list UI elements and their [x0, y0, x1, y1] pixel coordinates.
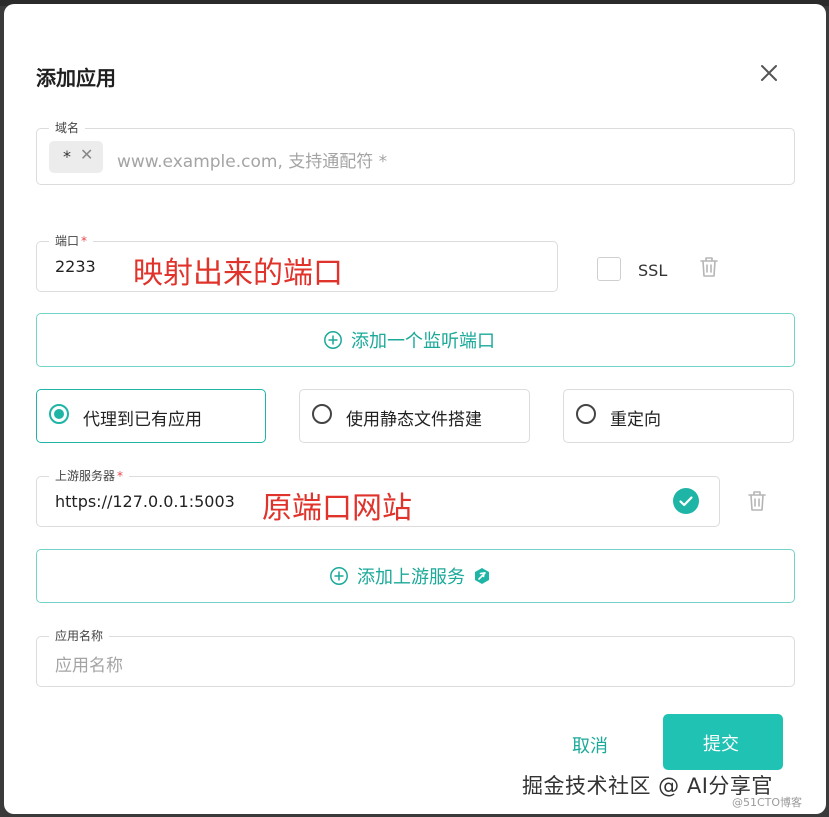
- submit-label: 提交: [703, 734, 739, 755]
- radio-redirect[interactable]: 重定向: [563, 389, 794, 443]
- domain-chip-text: *: [63, 147, 71, 166]
- port-label: 端口 *: [49, 233, 94, 249]
- app-name-label: 应用名称: [49, 628, 110, 644]
- radio-redirect-label: 重定向: [610, 410, 661, 430]
- add-upstream-label: 添加上游服务: [357, 567, 465, 588]
- domain-field[interactable]: 域名 * ✕ www.example.com, 支持通配符 *: [36, 120, 795, 185]
- radio-static-files-label: 使用静态文件搭建: [346, 410, 482, 430]
- add-upstream-button[interactable]: 添加上游服务: [36, 549, 795, 603]
- cancel-button[interactable]: 取消: [572, 732, 608, 758]
- radio-proxy-existing[interactable]: 代理到已有应用: [36, 389, 266, 443]
- app-name-field[interactable]: 应用名称 应用名称: [36, 628, 795, 687]
- radio-dot: [312, 404, 332, 424]
- upstream-label-text: 上游服务器: [55, 469, 116, 483]
- radio-dot: [49, 404, 69, 424]
- close-icon[interactable]: [756, 60, 782, 86]
- upstream-required-mark: *: [117, 469, 124, 483]
- port-label-text: 端口: [55, 234, 80, 248]
- radio-proxy-existing-label: 代理到已有应用: [83, 410, 202, 430]
- dialog-title: 添加应用: [36, 66, 116, 90]
- ssl-checkbox[interactable]: [597, 257, 621, 281]
- domain-label: 域名: [49, 120, 86, 136]
- trash-icon[interactable]: [746, 489, 768, 513]
- pro-badge-icon: [475, 568, 489, 584]
- submit-button[interactable]: 提交: [663, 714, 783, 770]
- ssl-label: SSL: [638, 261, 668, 280]
- upstream-field[interactable]: 上游服务器 * https://127.0.0.1:5003 原端口网站: [36, 468, 720, 527]
- check-circle-icon: [673, 488, 699, 514]
- radio-dot: [576, 404, 596, 424]
- domain-chip: * ✕: [49, 141, 103, 173]
- plus-circle-icon: [324, 331, 342, 349]
- port-required-mark: *: [81, 234, 88, 248]
- app-name-placeholder: 应用名称: [55, 656, 123, 676]
- close-small-icon[interactable]: ✕: [80, 145, 93, 164]
- add-app-dialog: 添加应用 域名 * ✕ www.example.com, 支持通配符 * 端口 *…: [4, 4, 826, 814]
- add-listen-port-label: 添加一个监听端口: [351, 331, 495, 352]
- trash-icon[interactable]: [698, 255, 720, 279]
- port-value: 2233: [55, 257, 96, 276]
- upstream-annotation: 原端口网站: [262, 491, 412, 526]
- domain-placeholder: www.example.com, 支持通配符 *: [117, 152, 388, 172]
- radio-static-files[interactable]: 使用静态文件搭建: [299, 389, 530, 443]
- upstream-value: https://127.0.0.1:5003: [55, 492, 235, 511]
- plus-circle-icon: [330, 567, 348, 585]
- port-field[interactable]: 端口 * 2233 映射出来的端口: [36, 233, 558, 292]
- watermark-subtext: @51CTO博客: [732, 796, 803, 809]
- upstream-label: 上游服务器 *: [49, 468, 130, 484]
- port-annotation: 映射出来的端口: [133, 256, 343, 291]
- add-listen-port-button[interactable]: 添加一个监听端口: [36, 313, 795, 367]
